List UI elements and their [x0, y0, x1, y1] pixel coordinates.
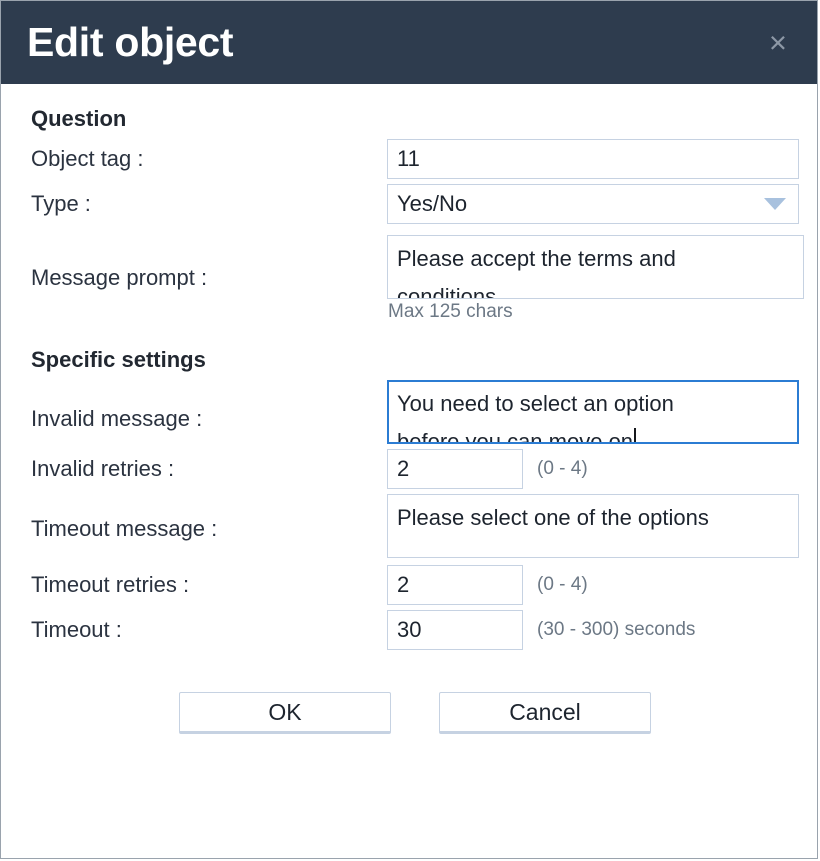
- message-prompt-line2: conditions.: [397, 284, 503, 299]
- edit-object-dialog: Edit object × Question Object tag : 11 T…: [0, 0, 818, 859]
- section-heading-question: Question: [31, 106, 127, 131]
- timeout-message-textarea[interactable]: Please select one of the options: [387, 494, 799, 558]
- label-invalid-message: Invalid message :: [31, 406, 203, 431]
- invalid-message-line1: You need to select an option: [397, 391, 674, 416]
- type-select[interactable]: Yes/No: [387, 184, 799, 224]
- dialog-title: Edit object: [27, 19, 234, 65]
- label-timeout-retries: Timeout retries :: [31, 571, 190, 597]
- control-object-tag: 11: [387, 139, 799, 179]
- dialog-footer: OK Cancel: [31, 662, 799, 734]
- control-timeout-retries: 2 (0 - 4): [387, 565, 799, 605]
- cancel-button[interactable]: Cancel: [439, 692, 651, 734]
- row-timeout-retries: Timeout retries : 2 (0 - 4): [31, 565, 799, 605]
- close-icon[interactable]: ×: [761, 23, 795, 62]
- control-invalid-message: You need to select an option before you …: [387, 380, 799, 444]
- object-tag-input[interactable]: 11: [387, 139, 799, 179]
- label-timeout: Timeout :: [31, 616, 122, 642]
- control-timeout-message: Please select one of the options: [387, 494, 799, 558]
- timeout-retries-hint: (0 - 4): [537, 574, 588, 595]
- type-select-value: Yes/No: [397, 191, 468, 217]
- timeout-hint: (30 - 300) seconds: [537, 619, 696, 640]
- row-type: Type : Yes/No: [31, 184, 799, 224]
- label-message-prompt: Message prompt :: [31, 265, 208, 290]
- label-object-tag: Object tag :: [31, 145, 144, 171]
- row-invalid-message: Invalid message : You need to select an …: [31, 380, 799, 444]
- invalid-message-textarea[interactable]: You need to select an option before you …: [387, 380, 799, 444]
- dialog-titlebar: Edit object ×: [1, 1, 817, 84]
- invalid-message-line2: before you can move on: [397, 429, 634, 444]
- timeout-input[interactable]: 30: [387, 610, 523, 650]
- row-message-prompt: Message prompt : Please accept the terms…: [31, 235, 804, 323]
- timeout-retries-input[interactable]: 2: [387, 565, 523, 605]
- row-timeout-message: Timeout message : Please select one of t…: [31, 494, 799, 558]
- control-timeout: 30 (30 - 300) seconds: [387, 610, 799, 650]
- chevron-down-icon: [764, 198, 786, 210]
- ok-button[interactable]: OK: [179, 692, 391, 734]
- label-invalid-retries: Invalid retries :: [31, 455, 175, 481]
- message-prompt-textarea[interactable]: Please accept the terms and conditions.: [387, 235, 804, 299]
- control-invalid-retries: 2 (0 - 4): [387, 449, 799, 489]
- row-timeout: Timeout : 30 (30 - 300) seconds: [31, 610, 799, 650]
- label-timeout-message: Timeout message :: [31, 516, 218, 541]
- section-heading-specific-settings: Specific settings: [31, 347, 206, 372]
- timeout-message-line1: Please select one of the options: [397, 505, 709, 530]
- invalid-retries-hint: (0 - 4): [537, 458, 588, 479]
- message-prompt-line1: Please accept the terms and: [397, 246, 676, 271]
- control-type: Yes/No: [387, 184, 799, 224]
- text-cursor: [634, 428, 637, 442]
- label-type: Type :: [31, 190, 91, 216]
- message-prompt-hint: Max 125 chars: [388, 301, 513, 322]
- row-invalid-retries: Invalid retries : 2 (0 - 4): [31, 449, 799, 489]
- control-message-prompt: Please accept the terms and conditions. …: [387, 235, 804, 323]
- row-object-tag: Object tag : 11: [31, 139, 799, 179]
- dialog-body: Question Object tag : 11 Type : Yes/No M…: [1, 84, 817, 858]
- invalid-message-line2-wrapper: before you can move on: [397, 423, 790, 444]
- invalid-retries-input[interactable]: 2: [387, 449, 523, 489]
